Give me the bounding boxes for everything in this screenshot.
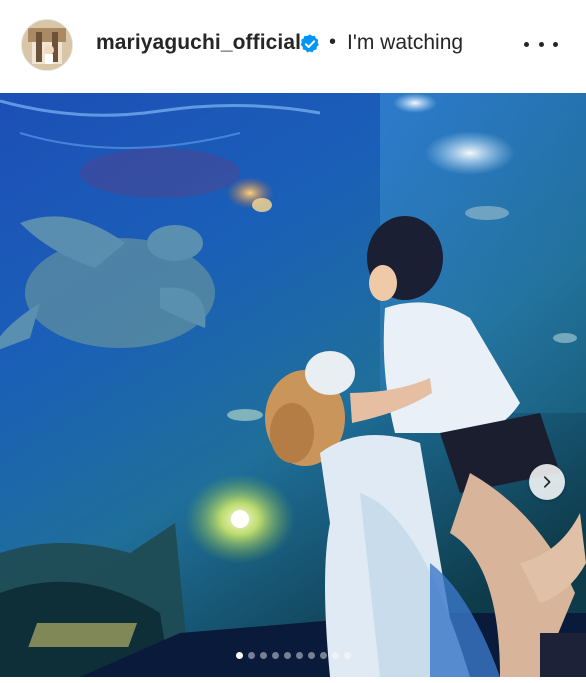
instagram-post: mariyaguchi_official • I'm watching bbox=[0, 0, 586, 683]
more-dot bbox=[538, 41, 544, 47]
more-options-icon[interactable] bbox=[524, 32, 558, 56]
verified-badge-icon bbox=[300, 34, 319, 53]
carousel-dot bbox=[235, 652, 243, 659]
post-bottom-edge bbox=[0, 677, 586, 683]
carousel-dot bbox=[295, 652, 303, 659]
chevron-right-icon bbox=[543, 476, 551, 488]
carousel-indicator bbox=[0, 652, 586, 659]
separator-dot: • bbox=[329, 31, 337, 53]
carousel-dot bbox=[271, 652, 279, 659]
carousel-dot bbox=[247, 652, 255, 659]
follow-status[interactable]: I'm watching bbox=[347, 31, 463, 55]
username[interactable]: mariyaguchi_official bbox=[96, 31, 301, 55]
avatar-image bbox=[22, 20, 72, 70]
aquarium-photo bbox=[0, 93, 586, 677]
carousel-dot bbox=[343, 652, 351, 659]
more-dot bbox=[553, 41, 558, 47]
profile-avatar[interactable] bbox=[22, 20, 72, 70]
carousel-dot bbox=[331, 652, 339, 659]
carousel-dot bbox=[283, 652, 291, 659]
post-image[interactable] bbox=[0, 93, 586, 677]
more-dot bbox=[524, 41, 529, 47]
carousel-dot bbox=[319, 652, 327, 659]
post-header: mariyaguchi_official • I'm watching bbox=[0, 0, 586, 90]
next-image-button[interactable] bbox=[529, 464, 565, 500]
carousel-dot bbox=[307, 652, 315, 659]
carousel-dot bbox=[259, 652, 267, 659]
